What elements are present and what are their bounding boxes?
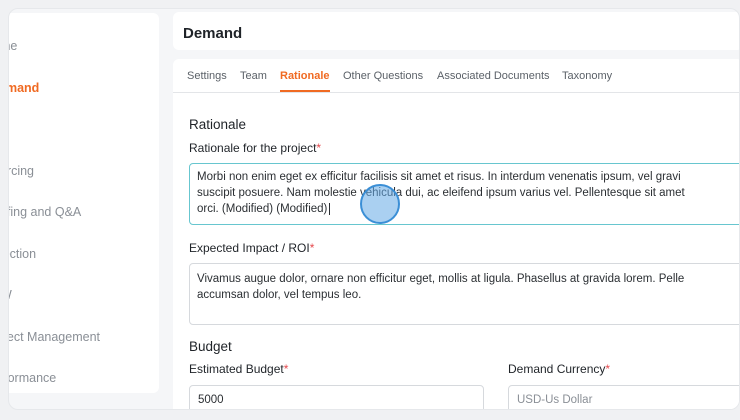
- tab-rationale[interactable]: Rationale: [280, 70, 330, 92]
- rationale-line-1: Morbi non enim eget ex efficitur facilis…: [197, 171, 681, 183]
- sidebar-item-sow[interactable]: oW: [9, 288, 159, 312]
- required-mark: *: [316, 141, 322, 155]
- rationale-label: Rationale for the project*: [189, 141, 321, 155]
- required-mark: *: [605, 362, 611, 376]
- sidebar-item-rfp[interactable]: FP: [9, 122, 159, 146]
- impact-label-text: Expected Impact / ROI: [189, 241, 310, 255]
- sidebar-item-sourcing[interactable]: ourcing: [9, 164, 159, 188]
- sidebar-item-label: riefing and Q&A: [9, 205, 82, 219]
- sidebar-item-demand[interactable]: emand: [9, 81, 159, 105]
- page-title: Demand: [183, 25, 243, 42]
- page-header: Demand: [173, 12, 739, 50]
- sidebar-nav: ome emand FP ourcing riefing and Q&A ele…: [9, 13, 159, 393]
- estimated-budget-label: Estimated Budget*: [189, 362, 288, 376]
- tab-associated-documents[interactable]: Associated Documents: [437, 70, 550, 90]
- text-caret: [329, 202, 331, 215]
- tab-taxonomy[interactable]: Taxonomy: [562, 70, 612, 90]
- tab-settings[interactable]: Settings: [187, 70, 227, 90]
- budget-section-title: Budget: [189, 339, 232, 354]
- estimated-budget-label-text: Estimated Budget: [189, 362, 284, 376]
- sidebar-item-label: ourcing: [9, 164, 34, 178]
- tab-bar: Settings Team Rationale Other Questions …: [173, 59, 739, 93]
- demand-form-panel: Settings Team Rationale Other Questions …: [173, 59, 739, 409]
- sidebar-item-performance[interactable]: erformance: [9, 371, 159, 395]
- rationale-textarea[interactable]: Morbi non enim eget ex efficitur facilis…: [189, 163, 739, 225]
- impact-line-1: Vivamus augue dolor, ornare non efficitu…: [197, 273, 685, 285]
- sidebar-item-label: emand: [9, 81, 40, 95]
- sidebar-item-selection[interactable]: election: [9, 247, 159, 271]
- rationale-line-3-text: orci. (Modified) (Modified): [197, 203, 328, 215]
- rationale-line-3: orci. (Modified) (Modified): [197, 201, 739, 217]
- click-indicator: [360, 184, 400, 224]
- sidebar-item-label: oW: [9, 288, 12, 302]
- demand-currency-label: Demand Currency*: [508, 362, 610, 376]
- demand-currency-select[interactable]: USD-Us Dollar: [508, 385, 739, 409]
- tab-other-questions[interactable]: Other Questions: [343, 70, 423, 90]
- sidebar-item-label: erformance: [9, 371, 57, 385]
- sidebar-item-briefing[interactable]: riefing and Q&A: [9, 205, 159, 229]
- sidebar-item-label: roject Management: [9, 330, 101, 344]
- sidebar-item-label: ome: [9, 39, 18, 53]
- rationale-label-text: Rationale for the project: [189, 141, 317, 155]
- demand-currency-label-text: Demand Currency: [508, 362, 606, 376]
- impact-line-2: accumsan dolor, vel tempus leo.: [197, 289, 362, 301]
- sidebar-item-project-management[interactable]: roject Management: [9, 330, 159, 354]
- rationale-section-title: Rationale: [189, 117, 247, 132]
- sidebar-item-home[interactable]: ome: [9, 39, 159, 63]
- impact-textarea[interactable]: Vivamus augue dolor, ornare non efficitu…: [189, 263, 739, 325]
- required-mark: *: [283, 362, 289, 376]
- sidebar-item-label: election: [9, 247, 37, 261]
- tab-team[interactable]: Team: [240, 70, 267, 90]
- rationale-line-2: suscipit posuere. Nam molestie vehicula …: [197, 187, 685, 199]
- required-mark: *: [309, 241, 315, 255]
- estimated-budget-input[interactable]: 5000: [189, 385, 484, 409]
- impact-label: Expected Impact / ROI*: [189, 241, 314, 255]
